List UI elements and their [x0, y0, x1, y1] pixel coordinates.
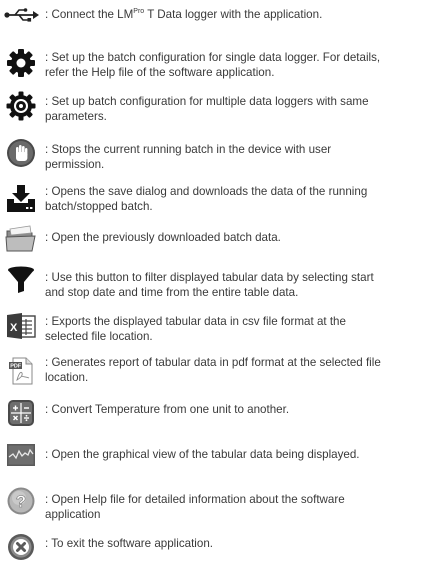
usb-icon: [2, 0, 42, 30]
exit-icon: [4, 533, 38, 561]
legend-text-graph-view: : Open the graphical view of the tabular…: [45, 448, 360, 461]
legend-item-filter: : Use this button to filter displayed ta…: [0, 264, 434, 300]
svg-text:PDF: PDF: [10, 364, 22, 370]
folder-open-icon: [4, 224, 38, 254]
svg-text:?: ?: [16, 492, 26, 511]
legend-text-pdf-report: : Generates report of tabular data in pd…: [45, 356, 381, 384]
graph-icon: [4, 440, 38, 470]
legend-text-stop-batch: : Stops the current running batch in the…: [45, 143, 332, 171]
icon-legend: : Connect the LMPro T Data logger with t…: [0, 0, 434, 561]
legend-item-download: : Opens the save dialog and downloads th…: [0, 183, 434, 219]
legend-item-convert-temp: : Convert Temperature from one unit to a…: [0, 397, 434, 429]
legend-text-download: : Opens the save dialog and downloads th…: [45, 185, 368, 213]
pdf-icon: PDF: [4, 356, 38, 386]
legend-text-filter: : Use this button to filter displayed ta…: [45, 271, 374, 299]
excel-icon: X: [4, 311, 38, 341]
legend-item-pdf-report: PDF : Generates report of tabular data i…: [0, 355, 434, 391]
filter-icon: [4, 265, 38, 295]
help-icon: ?: [4, 486, 38, 516]
legend-item-graph-view: : Open the graphical view of the tabular…: [0, 440, 434, 472]
legend-item-open-batch: : Open the previously downloaded batch d…: [0, 225, 434, 253]
legend-item-connect: : Connect the LMPro T Data logger with t…: [0, 0, 434, 30]
legend-text-exit: : To exit the software application.: [45, 537, 213, 550]
gear-icon: [4, 48, 38, 78]
legend-text-multi-config: : Set up batch configuration for multipl…: [45, 95, 369, 123]
legend-item-help: ? : Open Help file for detailed informat…: [0, 486, 434, 522]
legend-text-open-batch: : Open the previously downloaded batch d…: [45, 231, 281, 244]
svg-text:X: X: [10, 322, 18, 334]
legend-text-export-csv: : Exports the displayed tabular data in …: [45, 315, 346, 343]
legend-text-convert-temp: : Convert Temperature from one unit to a…: [45, 403, 290, 416]
legend-item-stop-batch: : Stops the current running batch in the…: [0, 138, 434, 174]
legend-item-batch-config: : Set up the batch configuration for sin…: [0, 45, 434, 81]
stop-hand-icon: [4, 138, 38, 168]
legend-item-export-csv: X : Exports the displayed tabular data i…: [0, 310, 434, 346]
legend-item-multi-config: : Set up batch configuration for multipl…: [0, 90, 434, 126]
multi-gear-icon: [4, 91, 38, 121]
legend-text-batch-config: : Set up the batch configuration for sin…: [45, 51, 381, 79]
legend-text-help: : Open Help file for detailed informatio…: [45, 493, 345, 521]
legend-text-connect: : Connect the LMPro T Data logger with t…: [45, 8, 323, 21]
legend-item-exit: : To exit the software application.: [0, 533, 434, 561]
download-icon: [4, 183, 38, 213]
calculator-icon: [4, 398, 38, 428]
